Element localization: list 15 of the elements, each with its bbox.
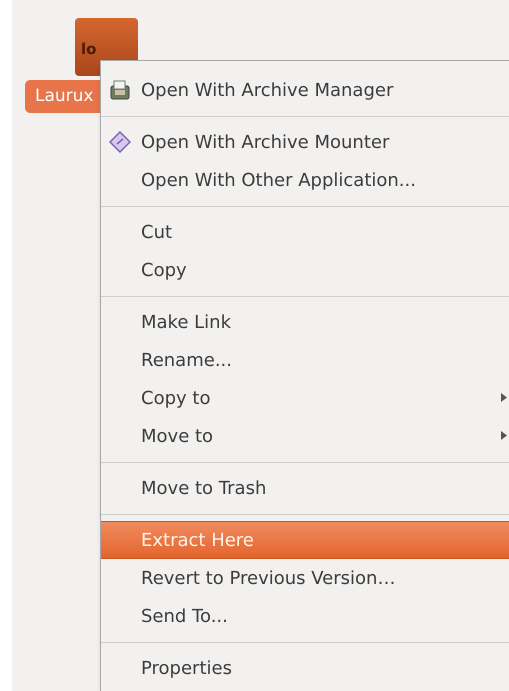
menu-item[interactable]: Cut bbox=[101, 213, 509, 251]
menu-item[interactable]: Move to bbox=[101, 417, 509, 455]
package-label: lo bbox=[81, 42, 96, 57]
menu-item[interactable]: Revert to Previous Version… bbox=[101, 559, 509, 597]
menu-item[interactable]: Copy bbox=[101, 251, 509, 289]
menu-item[interactable]: Rename... bbox=[101, 341, 509, 379]
archive-manager-icon bbox=[109, 79, 131, 101]
menu-item[interactable]: Properties bbox=[101, 649, 509, 687]
menu-item[interactable]: Open With Archive Mounter bbox=[101, 123, 509, 161]
menu-item[interactable]: Copy to bbox=[101, 379, 509, 417]
disc-diamond-icon bbox=[109, 131, 131, 153]
menu-item[interactable]: Send To... bbox=[101, 597, 509, 635]
menu-item[interactable]: Make Link bbox=[101, 303, 509, 341]
menu-item[interactable]: Open With Other Application... bbox=[101, 161, 509, 199]
menu-item[interactable]: Move to Trash bbox=[101, 469, 509, 507]
